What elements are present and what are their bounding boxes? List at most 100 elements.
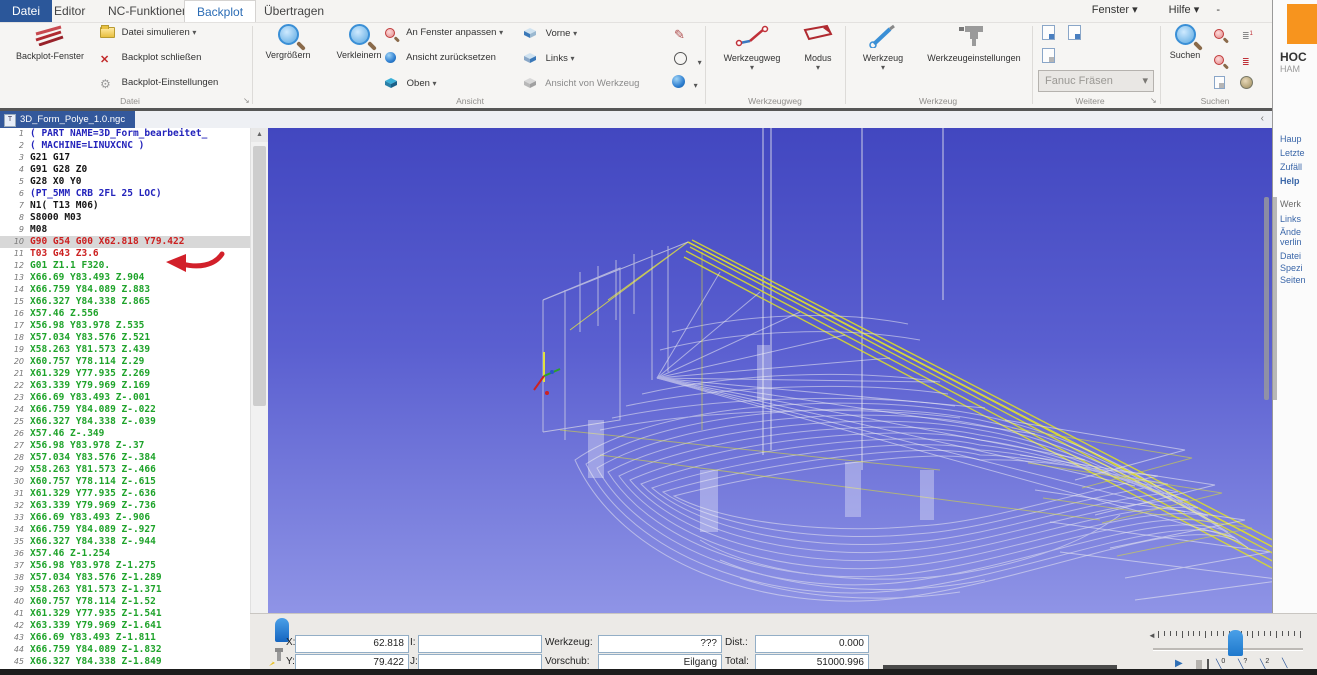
werkzeugeinstellungen-button[interactable]: Werkzeugeinstellungen (918, 24, 1030, 63)
werkzeug-value-field[interactable]: ??? (598, 635, 722, 653)
code-line-24[interactable]: 24X66.759 Y84.089 Z-.022 (0, 404, 250, 416)
play-icon[interactable]: ▶ (1175, 658, 1183, 669)
code-line-3[interactable]: 3G21 G17 (0, 152, 250, 164)
code-line-34[interactable]: 34X66.759 Y84.089 Z-.927 (0, 524, 250, 536)
find-prev-icon[interactable] (1214, 52, 1224, 70)
wiki-link-haup[interactable]: Haup (1280, 134, 1302, 144)
export-icon[interactable] (1042, 25, 1055, 45)
suchen-button[interactable]: Suchen (1162, 24, 1208, 60)
wiki-link-ände[interactable]: Ände (1280, 227, 1301, 237)
measure-item[interactable]: ✎ (674, 27, 685, 43)
menu-hilfe[interactable]: Hilfe ▾ (1155, 4, 1200, 16)
tab-editor[interactable]: Editor (42, 0, 97, 22)
code-line-1[interactable]: 1( PART NAME=3D_Form_bearbeitet_ (0, 128, 250, 140)
editor-scrollbar[interactable]: ▲ ▼ (250, 128, 268, 675)
goto-mark-icon[interactable]: ≣ (1242, 52, 1250, 70)
wiki-link-help[interactable]: Help (1280, 176, 1300, 186)
code-line-36[interactable]: 36X57.46 Z-1.254 (0, 548, 250, 560)
find-next-icon[interactable] (1214, 26, 1224, 44)
datei-dialog-launcher[interactable]: ↘ (243, 96, 250, 105)
code-line-11[interactable]: 11T03 G43 Z3.6 (0, 248, 250, 260)
code-line-29[interactable]: 29X58.263 Y81.573 Z-.466 (0, 464, 250, 476)
goto-line-icon[interactable]: ≣1 (1242, 26, 1253, 44)
code-line-7[interactable]: 7N1( T13 M06) (0, 200, 250, 212)
code-line-16[interactable]: 16X57.46 Z.556 (0, 308, 250, 320)
wiki-scrollbar-thumb[interactable] (1273, 197, 1277, 400)
code-line-14[interactable]: 14X66.759 Y84.089 Z.883 (0, 284, 250, 296)
code-line-41[interactable]: 41X61.329 Y77.935 Z-1.541 (0, 608, 250, 620)
code-line-10[interactable]: 10G90 G54 G00 X62.818 Y79.422 (0, 236, 250, 248)
code-line-35[interactable]: 35X66.327 Y84.338 Z-.944 (0, 536, 250, 548)
menu-fenster[interactable]: Fenster ▾ (1078, 4, 1138, 16)
backplot-3d-viewport[interactable] (268, 128, 1272, 613)
code-line-30[interactable]: 30X60.757 Y78.114 Z-.615 (0, 476, 250, 488)
werkzeug-button[interactable]: Werkzeug ▾ (852, 24, 914, 72)
speed-slider-handle[interactable] (1228, 630, 1243, 656)
code-line-23[interactable]: 23X66.69 Y83.493 Z-.001 (0, 392, 250, 404)
links-item[interactable]: Links ▾ (524, 52, 574, 65)
an-fenster-anpassen-item[interactable]: An Fenster anpassen ▾ (385, 27, 503, 41)
viewport-scrollbar-thumb[interactable] (1264, 197, 1269, 400)
code-line-37[interactable]: 37X56.98 Y83.978 Z-1.275 (0, 560, 250, 572)
code-line-43[interactable]: 43X66.69 Y83.493 Z-1.811 (0, 632, 250, 644)
import-icon[interactable] (1068, 25, 1081, 45)
code-line-17[interactable]: 17X56.98 Y83.978 Z.535 (0, 320, 250, 332)
code-line-5[interactable]: 5G28 X0 Y0 (0, 176, 250, 188)
scroll-up-icon[interactable]: ▲ (251, 128, 268, 142)
ansicht-zuruecksetzen-item[interactable]: Ansicht zurücksetzen (385, 52, 496, 65)
code-line-2[interactable]: 2( MACHINE=LINUXCNC ) (0, 140, 250, 152)
code-line-13[interactable]: 13X66.69 Y83.493 Z.904 (0, 272, 250, 284)
machine-type-select[interactable]: Fanuc Fräsen▾ (1038, 70, 1154, 92)
backplot-einstellungen-item[interactable]: ⚙ Backplot-Einstellungen (100, 77, 218, 90)
wiki-link-verlin[interactable]: verlin (1280, 237, 1302, 247)
code-line-21[interactable]: 21X61.329 Y77.935 Z.269 (0, 368, 250, 380)
wiki-link-spezi[interactable]: Spezi (1280, 263, 1303, 273)
file-gray-icon[interactable] (1042, 48, 1055, 68)
nc-code-editor[interactable]: 1( PART NAME=3D_Form_bearbeitet_2( MACHI… (0, 128, 250, 675)
wiki-link-links[interactable]: Links (1280, 214, 1301, 224)
datei-simulieren-item[interactable]: Datei simulieren ▾ (100, 27, 196, 40)
code-line-28[interactable]: 28X57.034 Y83.576 Z-.384 (0, 452, 250, 464)
code-line-26[interactable]: 26X57.46 Z-.349 (0, 428, 250, 440)
weitere-dialog-launcher[interactable]: ↘ (1150, 96, 1157, 105)
wiki-link-zufäll[interactable]: Zufäll (1280, 162, 1302, 172)
code-line-31[interactable]: 31X61.329 Y77.935 Z-.636 (0, 488, 250, 500)
code-line-39[interactable]: 39X58.263 Y81.573 Z-1.371 (0, 584, 250, 596)
code-line-27[interactable]: 27X56.98 Y83.978 Z-.37 (0, 440, 250, 452)
backplot-fenster-button[interactable]: Backplot-Fenster (4, 24, 96, 61)
backplot-schliessen-item[interactable]: ✕ Backplot schließen (100, 52, 201, 66)
doc-search-icon[interactable] (1214, 76, 1225, 94)
circle-item[interactable]: ▾ (674, 52, 702, 68)
code-line-32[interactable]: 32X63.339 Y79.969 Z-.736 (0, 500, 250, 512)
code-line-40[interactable]: 40X60.757 Y78.114 Z-1.52 (0, 596, 250, 608)
code-line-20[interactable]: 20X60.757 Y78.114 Z.29 (0, 356, 250, 368)
code-line-4[interactable]: 4G91 G28 Z0 (0, 164, 250, 176)
verkleinern-button[interactable]: Verkleinern (326, 24, 392, 60)
wiki-link-datei[interactable]: Datei (1280, 251, 1301, 261)
vergroessern-button[interactable]: Vergrößern (255, 24, 321, 60)
code-line-9[interactable]: 9M08 (0, 224, 250, 236)
code-line-15[interactable]: 15X66.327 Y84.338 Z.865 (0, 296, 250, 308)
modus-button[interactable]: Modus ▾ (794, 24, 842, 72)
tab-backplot[interactable]: Backplot (184, 0, 256, 22)
i-value-field[interactable] (418, 635, 542, 653)
slider-left-arrow-icon[interactable]: ◄ (1148, 631, 1156, 640)
document-tab[interactable]: T 3D_Form_Polye_1.0.ngc (0, 111, 135, 128)
solid-view-item[interactable]: ▾ (672, 75, 698, 91)
code-line-6[interactable]: 6(PT_5MM CRB 2FL 25 LOC) (0, 188, 250, 200)
code-line-44[interactable]: 44X66.759 Y84.089 Z-1.832 (0, 644, 250, 656)
code-line-8[interactable]: 8S8000 M03 (0, 212, 250, 224)
tab-uebertragen[interactable]: Übertragen (252, 0, 336, 22)
ansicht-von-werkzeug-item[interactable]: Ansicht von Werkzeug (524, 77, 639, 90)
editor-scroll-thumb[interactable] (253, 146, 266, 406)
code-line-22[interactable]: 22X63.339 Y79.969 Z.169 (0, 380, 250, 392)
werkzeugweg-button[interactable]: Werkzeugweg ▾ (712, 24, 792, 72)
minimize-button[interactable]: - (1216, 4, 1220, 16)
compass-icon[interactable] (1240, 76, 1253, 94)
code-line-45[interactable]: 45X66.327 Y84.338 Z-1.849 (0, 656, 250, 668)
step-tool-next-icon[interactable]: ╲ (1282, 658, 1287, 669)
code-line-38[interactable]: 38X57.034 Y83.576 Z-1.289 (0, 572, 250, 584)
code-line-18[interactable]: 18X57.034 Y83.576 Z.521 (0, 332, 250, 344)
code-line-25[interactable]: 25X66.327 Y84.338 Z-.039 (0, 416, 250, 428)
code-line-12[interactable]: 12G01 Z1.1 F320. (0, 260, 250, 272)
